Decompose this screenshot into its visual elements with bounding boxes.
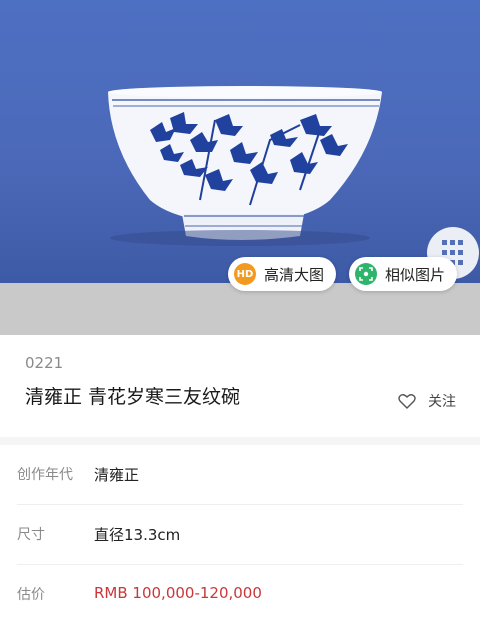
- hd-icon: HD: [234, 263, 256, 285]
- detail-row-size: 尺寸 直径13.3cm: [17, 505, 463, 565]
- section-divider: [0, 437, 480, 445]
- detail-key: 估价: [17, 587, 45, 603]
- lot-title: 清雍正 青花岁寒三友纹碗: [25, 386, 241, 408]
- hd-image-label: 高清大图: [264, 265, 325, 284]
- lot-header: 0221 清雍正 青花岁寒三友纹碗 关注: [0, 335, 480, 437]
- lot-photo[interactable]: [0, 0, 480, 283]
- hd-image-button[interactable]: HD 高清大图: [228, 257, 336, 291]
- detail-value: 清雍正: [94, 466, 140, 484]
- details-list: 创作年代 清雍正 尺寸 直径13.3cm 估价 RMB 100,000-120,…: [0, 445, 480, 624]
- lot-number: 0221: [25, 354, 64, 372]
- similar-images-label: 相似图片: [385, 265, 446, 284]
- detail-row-era: 创作年代 清雍正: [17, 445, 463, 505]
- similar-images-button[interactable]: 相似图片: [349, 257, 457, 291]
- detail-key: 尺寸: [17, 527, 45, 543]
- image-viewer[interactable]: HD 高清大图 相似图片: [0, 0, 480, 335]
- detail-row-estimate: 估价 RMB 100,000-120,000: [17, 565, 463, 624]
- detail-key: 创作年代: [17, 467, 73, 483]
- follow-button[interactable]: 关注: [398, 391, 456, 411]
- heart-icon: [398, 394, 416, 409]
- follow-label: 关注: [428, 394, 456, 410]
- detail-value: 直径13.3cm: [94, 526, 181, 544]
- image-search-icon: [355, 263, 377, 285]
- bowl-image: [108, 86, 479, 279]
- estimate-price: RMB 100,000-120,000: [94, 584, 262, 602]
